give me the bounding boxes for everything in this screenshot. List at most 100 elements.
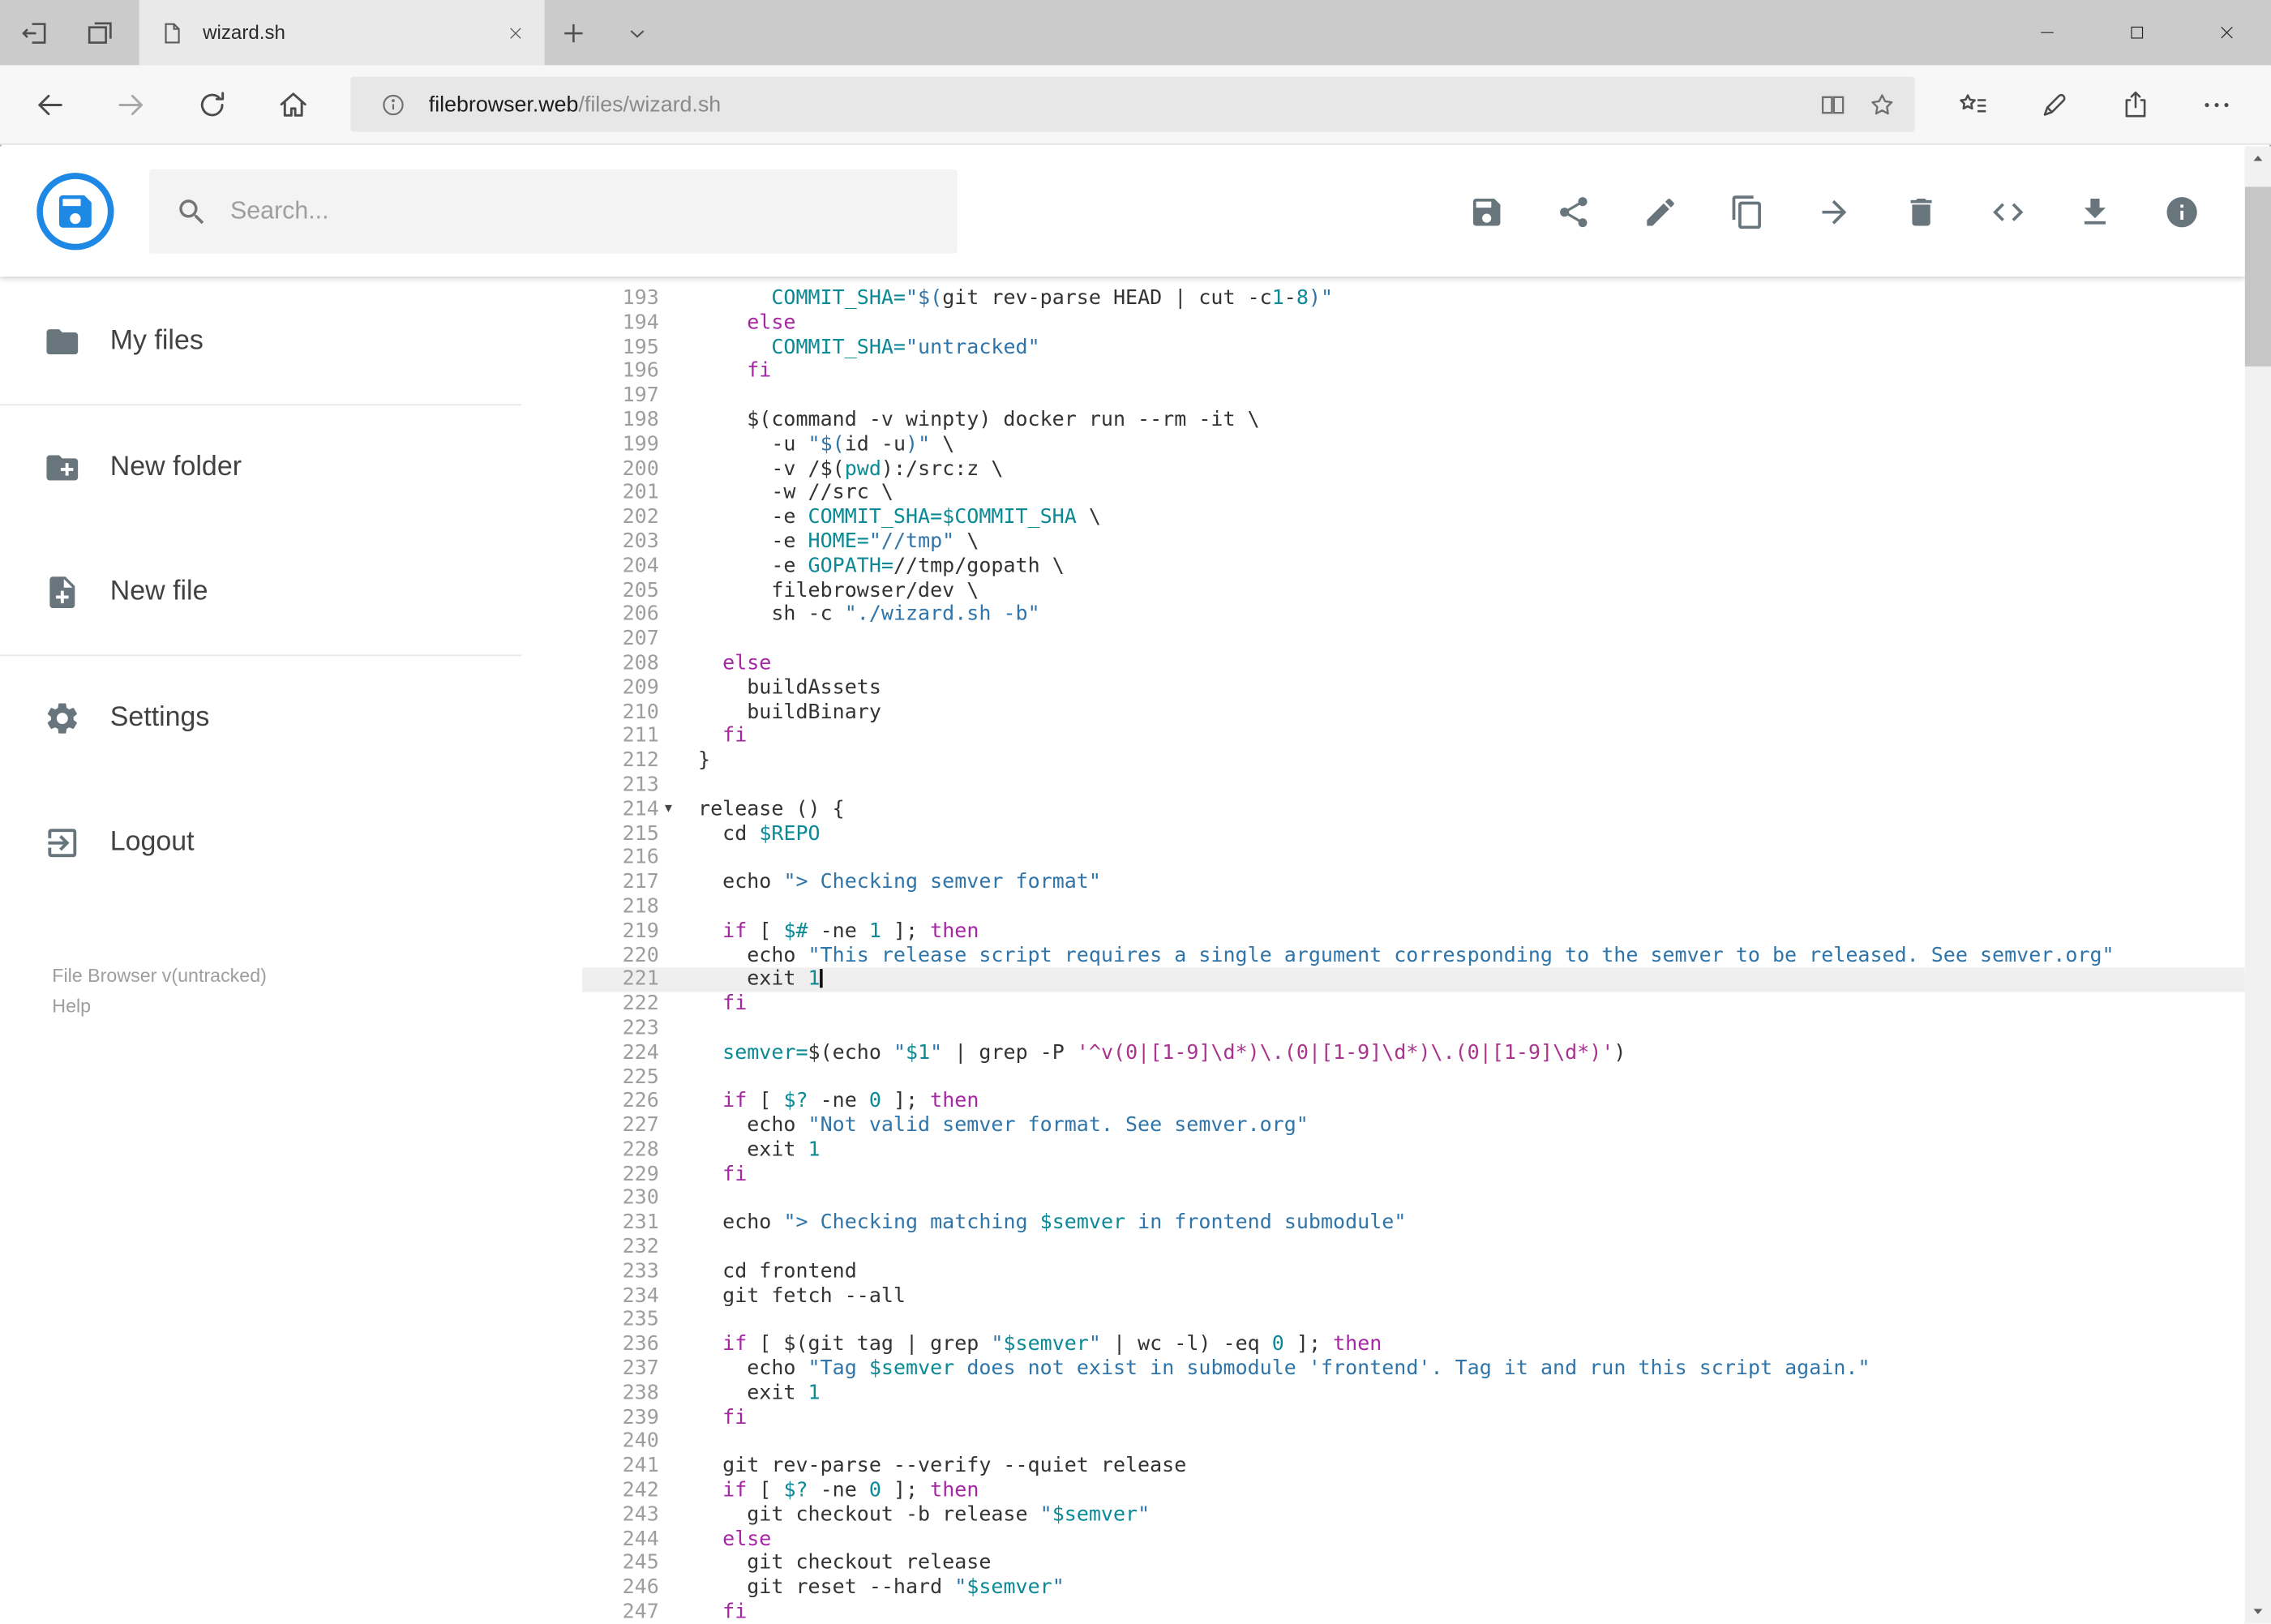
code-line-238[interactable]: 238 exit 1 <box>582 1382 2245 1406</box>
code-line-240[interactable]: 240 <box>582 1430 2245 1455</box>
line-number[interactable]: 216 <box>582 846 659 871</box>
sidebar-item-settings[interactable]: Settings <box>0 656 582 781</box>
home-button[interactable] <box>258 72 328 136</box>
line-number[interactable]: 238 <box>582 1382 659 1406</box>
line-number[interactable]: 234 <box>582 1284 659 1309</box>
line-number[interactable]: 217 <box>582 871 659 895</box>
code-line-210[interactable]: 210 buildBinary <box>582 701 2245 725</box>
code-line-230[interactable]: 230 <box>582 1187 2245 1211</box>
set-tabs-aside-icon[interactable] <box>19 17 50 49</box>
code-line-203[interactable]: 203 -e HOME="//tmp" \ <box>582 530 2245 555</box>
line-number[interactable]: 220 <box>582 944 659 968</box>
favorite-star-icon[interactable] <box>1857 79 1906 129</box>
line-number[interactable]: 236 <box>582 1333 659 1357</box>
minimize-button[interactable] <box>2002 0 2092 65</box>
line-number[interactable]: 198 <box>582 409 659 433</box>
code-line-229[interactable]: 229 fi <box>582 1163 2245 1187</box>
line-number[interactable]: 212 <box>582 749 659 773</box>
code-line-234[interactable]: 234 git fetch --all <box>582 1284 2245 1309</box>
line-number[interactable]: 242 <box>582 1479 659 1503</box>
code-line-225[interactable]: 225 <box>582 1065 2245 1090</box>
code-line-194[interactable]: 194 else <box>582 311 2245 336</box>
line-number[interactable]: 240 <box>582 1430 659 1455</box>
line-number[interactable]: 201 <box>582 482 659 506</box>
code-line-204[interactable]: 204 -e GOPATH=//tmp/gopath \ <box>582 555 2245 579</box>
code-line-207[interactable]: 207 <box>582 628 2245 652</box>
download-button[interactable] <box>2065 182 2123 240</box>
tab-preview-chevron-icon[interactable] <box>626 21 649 45</box>
save-button[interactable] <box>1457 182 1515 240</box>
reading-view-icon[interactable] <box>1807 79 1857 129</box>
line-number[interactable]: 211 <box>582 725 659 749</box>
line-number[interactable]: 246 <box>582 1576 659 1600</box>
info-button[interactable] <box>2153 182 2210 240</box>
code-line-236[interactable]: 236 if [ $(git tag | grep "$semver" | wc… <box>582 1333 2245 1357</box>
line-number[interactable]: 231 <box>582 1211 659 1236</box>
line-number[interactable]: 223 <box>582 1017 659 1041</box>
line-number[interactable]: 237 <box>582 1357 659 1382</box>
code-line-211[interactable]: 211 fi <box>582 725 2245 749</box>
code-line-228[interactable]: 228 exit 1 <box>582 1138 2245 1163</box>
code-line-227[interactable]: 227 echo "Not valid semver format. See s… <box>582 1114 2245 1138</box>
line-number[interactable]: 199 <box>582 433 659 457</box>
code-line-244[interactable]: 244 else <box>582 1528 2245 1552</box>
scrollbar-thumb[interactable] <box>2244 186 2271 366</box>
line-number[interactable]: 206 <box>582 603 659 628</box>
code-line-196[interactable]: 196 fi <box>582 360 2245 384</box>
code-line-222[interactable]: 222 fi <box>582 992 2245 1017</box>
code-line-241[interactable]: 241 git rev-parse --verify --quiet relea… <box>582 1455 2245 1479</box>
code-line-223[interactable]: 223 <box>582 1017 2245 1041</box>
line-number[interactable]: 219 <box>582 919 659 944</box>
line-number[interactable]: 205 <box>582 579 659 603</box>
close-button[interactable] <box>2181 0 2271 65</box>
back-button[interactable] <box>15 72 84 136</box>
code-line-216[interactable]: 216 <box>582 846 2245 871</box>
code-line-247[interactable]: 247 fi <box>582 1600 2245 1624</box>
code-line-213[interactable]: 213 <box>582 773 2245 798</box>
hub-button[interactable] <box>1938 72 2007 136</box>
line-number[interactable]: 227 <box>582 1114 659 1138</box>
line-number[interactable]: 228 <box>582 1138 659 1163</box>
tabs-set-aside-icon[interactable] <box>84 17 116 49</box>
code-line-233[interactable]: 233 cd frontend <box>582 1260 2245 1284</box>
web-note-pen-button[interactable] <box>2019 72 2089 136</box>
line-number[interactable]: 245 <box>582 1552 659 1576</box>
code-line-201[interactable]: 201 -w //src \ <box>582 482 2245 506</box>
delete-button[interactable] <box>1892 182 1949 240</box>
line-number[interactable]: 200 <box>582 457 659 482</box>
code-line-226[interactable]: 226 if [ $? -ne 0 ]; then <box>582 1090 2245 1114</box>
line-number[interactable]: 243 <box>582 1503 659 1528</box>
code-line-242[interactable]: 242 if [ $? -ne 0 ]; then <box>582 1479 2245 1503</box>
share-button[interactable] <box>2100 72 2170 136</box>
line-number[interactable]: 239 <box>582 1406 659 1430</box>
code-line-206[interactable]: 206 sh -c "./wizard.sh -b" <box>582 603 2245 628</box>
line-number[interactable]: 233 <box>582 1260 659 1284</box>
code-line-212[interactable]: 212} <box>582 749 2245 773</box>
code-line-220[interactable]: 220 echo "This release script requires a… <box>582 944 2245 968</box>
line-number[interactable]: 235 <box>582 1309 659 1333</box>
new-tab-button[interactable] <box>559 18 589 47</box>
filebrowser-floppy-logo[interactable] <box>36 173 114 251</box>
line-number[interactable]: 209 <box>582 676 659 701</box>
sidebar-item-new-file[interactable]: New file <box>0 530 582 655</box>
line-number[interactable]: 221 <box>582 968 659 992</box>
code-line-239[interactable]: 239 fi <box>582 1406 2245 1430</box>
code-line-199[interactable]: 199 -u "$(id -u)" \ <box>582 433 2245 457</box>
line-number[interactable]: 210 <box>582 701 659 725</box>
rename-button[interactable] <box>1630 182 1688 240</box>
line-number[interactable]: 226 <box>582 1090 659 1114</box>
line-number[interactable]: 207 <box>582 628 659 652</box>
code-line-202[interactable]: 202 -e COMMIT_SHA=$COMMIT_SHA \ <box>582 506 2245 530</box>
move-button[interactable] <box>1805 182 1862 240</box>
code-line-237[interactable]: 237 echo "Tag $semver does not exist in … <box>582 1357 2245 1382</box>
line-number[interactable]: 202 <box>582 506 659 530</box>
share-file-button[interactable] <box>1544 182 1601 240</box>
code-line-209[interactable]: 209 buildAssets <box>582 676 2245 701</box>
line-number[interactable]: 194 <box>582 311 659 336</box>
code-line-218[interactable]: 218 <box>582 895 2245 919</box>
search-bar[interactable] <box>148 169 958 254</box>
code-line-205[interactable]: 205 filebrowser/dev \ <box>582 579 2245 603</box>
scroll-up-icon[interactable] <box>2245 146 2271 172</box>
line-number[interactable]: 195 <box>582 336 659 360</box>
line-number[interactable]: 204 <box>582 555 659 579</box>
